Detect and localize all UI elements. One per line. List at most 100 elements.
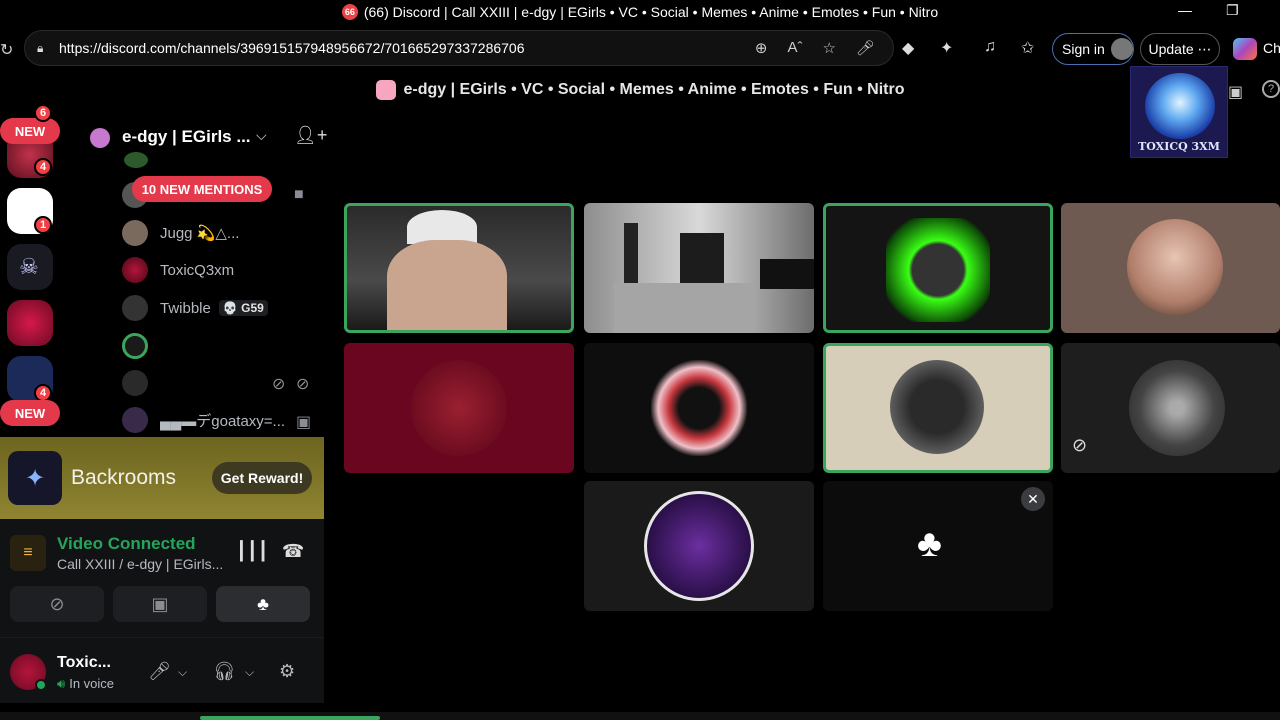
connection-signal-icon[interactable]: ≡: [10, 535, 46, 571]
user-avatar: [122, 220, 148, 246]
guild-header[interactable]: e-dgy | EGirls ... ⌵ 👤︎+: [72, 118, 334, 156]
taskbar-strip: [0, 712, 1280, 720]
user-tag-badge: 💀 G59: [218, 300, 268, 316]
user-avatar-circle: [411, 360, 507, 456]
video-tile[interactable]: [584, 343, 814, 473]
video-tile[interactable]: [344, 343, 574, 473]
copilot-icon[interactable]: [1233, 38, 1257, 60]
chevron-down-icon[interactable]: ⌵: [178, 665, 187, 680]
extension-diamond-icon[interactable]: ◆: [902, 38, 914, 58]
user-name: ▄▄▬デgoataxy=...: [160, 412, 286, 430]
noise-suppression-icon[interactable]: ┃┃┃: [236, 541, 269, 562]
disconnect-phone-icon[interactable]: ☎: [282, 541, 304, 562]
speaker-icon: 🔊︎: [57, 676, 66, 691]
mention-badge: 1: [34, 216, 52, 234]
voice-user[interactable]: [122, 369, 160, 397]
activity-tile[interactable]: ♣: [823, 481, 1053, 611]
server-rail: NEW 6 4 1 ☠ 4 NEW: [0, 104, 70, 438]
sign-in-label: Sign in: [1062, 41, 1105, 57]
new-mentions-pill[interactable]: 10 NEW MENTIONS: [132, 176, 272, 202]
camera-toggle-button[interactable]: ⊘: [10, 586, 104, 622]
quest-star-icon: ✦: [8, 451, 62, 505]
get-reward-button[interactable]: Get Reward!: [212, 462, 312, 494]
username[interactable]: Toxic...: [57, 654, 111, 672]
minimize-icon[interactable]: —: [1178, 2, 1192, 18]
red-fangs-avatar: [651, 360, 747, 456]
voice-user-avatar: [124, 152, 148, 168]
chevron-down-icon[interactable]: ⌵: [245, 665, 254, 680]
deafened-icon: ⊘: [296, 376, 310, 393]
more-dots-icon: ⋯: [1197, 40, 1212, 57]
user-status: 🔊︎ In voice: [57, 676, 114, 692]
new-unread-pill[interactable]: NEW: [0, 118, 60, 144]
server-icon[interactable]: ☠: [7, 244, 53, 290]
profile-cut-label: Ch: [1263, 40, 1280, 56]
microphone-icon[interactable]: 🎤︎: [856, 39, 875, 57]
zoom-icon[interactable]: ⊕: [755, 39, 768, 57]
camera-icon: ■: [294, 186, 304, 203]
activities-icon: ♣: [257, 593, 269, 614]
couch-image: [614, 283, 754, 333]
restore-icon[interactable]: ❐: [1226, 2, 1239, 19]
user-avatar: [122, 370, 148, 396]
user-avatar: [122, 407, 148, 433]
extensions-puzzle-icon[interactable]: ✦: [940, 38, 953, 58]
inbox-icon[interactable]: ▣: [1228, 82, 1243, 102]
muted-mic-icon: ⊘: [272, 376, 286, 393]
close-icon[interactable]: ✕: [1021, 487, 1045, 511]
screen-share-button[interactable]: ▣: [113, 586, 207, 622]
stream-overlay-logo: TOXICQ 3XM: [1130, 66, 1228, 158]
mention-badge: 6: [34, 104, 52, 122]
video-tile[interactable]: [584, 481, 814, 611]
sign-in-button[interactable]: Sign in: [1052, 33, 1134, 65]
microphone-icon[interactable]: 🎤︎: [148, 661, 171, 682]
user-name: Twibble: [160, 299, 211, 317]
voice-user[interactable]: ▄▄▬デgoataxy=...: [122, 406, 285, 434]
video-tile[interactable]: [584, 203, 814, 333]
favorites-icon[interactable]: ✩: [1021, 38, 1034, 58]
invite-people-icon[interactable]: 👤︎+: [294, 125, 327, 146]
user-panel: Toxic... 🔊︎ In voice 🎤︎ ⌵ 🎧︎ ⌵ ⚙: [0, 637, 324, 703]
voice-user[interactable]: ToxicQ3xm: [122, 256, 234, 284]
lock-icon: 🔒︎: [37, 41, 44, 55]
voice-user[interactable]: Twibble 💀 G59: [122, 294, 268, 322]
voice-user[interactable]: Jugg 💫△...: [122, 219, 239, 247]
promo-title: Backrooms: [71, 466, 177, 489]
update-label: Update: [1148, 41, 1194, 57]
overlay-label: TOXICQ 3XM: [1138, 140, 1220, 153]
user-avatar-circle: [1129, 360, 1225, 456]
activities-icon: ♣: [917, 523, 942, 565]
guild-header-icon: [375, 80, 396, 100]
settings-gear-icon[interactable]: ⚙: [279, 661, 295, 682]
help-icon[interactable]: ?: [1262, 80, 1280, 98]
tv-image: [760, 259, 814, 289]
video-tile[interactable]: [1061, 343, 1280, 473]
update-button[interactable]: Update ⋯: [1140, 33, 1220, 65]
new-unread-pill[interactable]: NEW: [0, 400, 60, 426]
media-icon[interactable]: ♫: [984, 38, 996, 56]
skull-server-icon: ☠: [19, 254, 39, 279]
purple-monster-avatar: [644, 491, 754, 601]
voice-channel-link[interactable]: Call XXIII / e-dgy | EGirls...: [57, 556, 223, 572]
headphones-image: [407, 210, 477, 244]
headphones-icon[interactable]: 🎧︎: [213, 661, 236, 682]
server-icon[interactable]: [7, 300, 53, 346]
tab-favicon-badge: 66: [341, 4, 358, 20]
voice-connection-panel: ≡ Video Connected Call XXIII / e-dgy | E…: [0, 519, 324, 637]
voice-user[interactable]: [122, 332, 160, 360]
activities-button[interactable]: ♣: [216, 586, 310, 622]
url-text[interactable]: https://discord.com/channels/39691515794…: [59, 40, 525, 56]
address-bar[interactable]: 🔒︎ https://discord.com/channels/39691515…: [24, 30, 894, 66]
user-name: ToxicQ3xm: [160, 261, 235, 279]
overlay-orb-image: [1145, 73, 1215, 139]
video-tile[interactable]: [823, 343, 1053, 473]
streaming-icon: ▣: [296, 414, 312, 431]
video-hidden-icon[interactable]: ⊘: [1072, 435, 1087, 456]
video-tile[interactable]: [344, 203, 574, 333]
favorite-star-icon[interactable]: ☆: [823, 39, 836, 57]
video-tile[interactable]: [1061, 203, 1280, 333]
read-aloud-icon[interactable]: Aˆ: [788, 39, 803, 57]
connection-status: Video Connected: [57, 534, 196, 553]
video-tile[interactable]: [823, 203, 1053, 333]
guild-header-title: e-dgy | EGirls • VC • Social • Memes • A…: [403, 81, 905, 98]
